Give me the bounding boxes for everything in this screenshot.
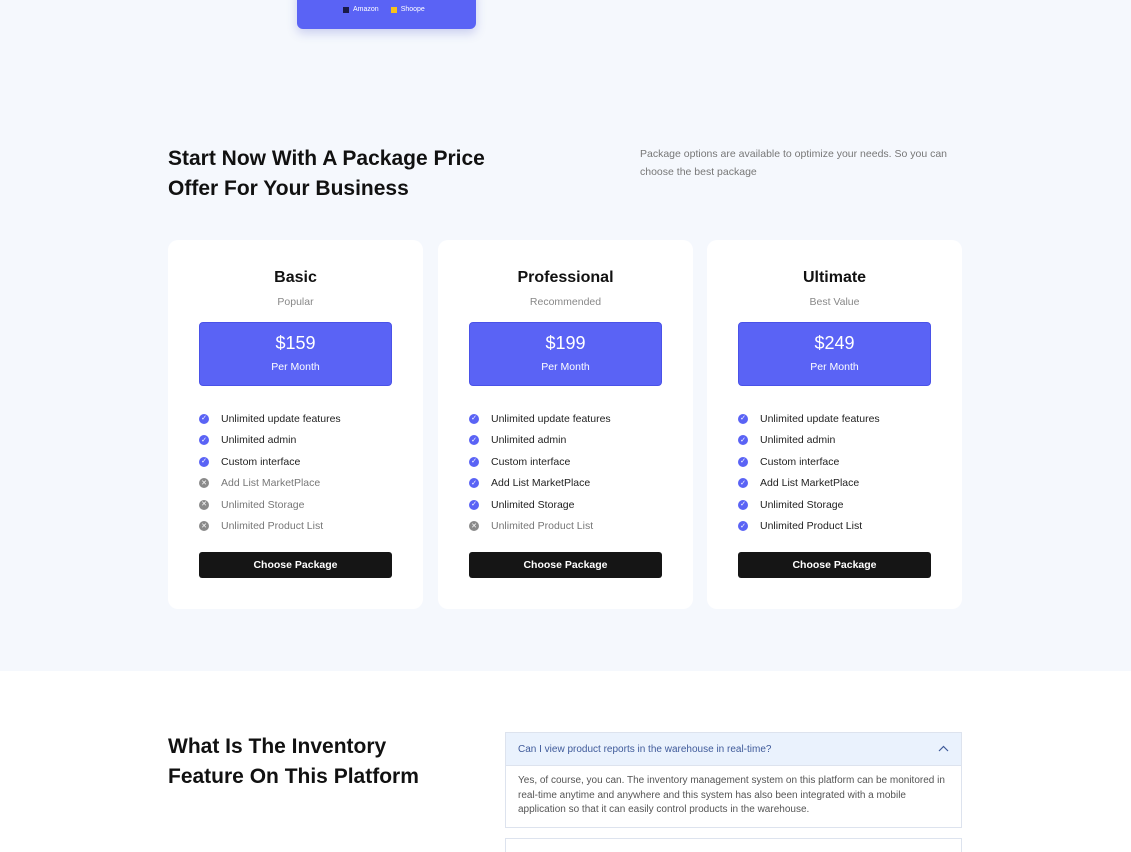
chart-legend: Amazon Shoope (343, 6, 425, 13)
plan-price: $249 (814, 333, 855, 353)
check-circle-icon: ✓ (199, 413, 209, 424)
feature-list: ✓ Unlimited update features ✓ Unlimited adm… (738, 408, 880, 537)
x-circle-icon: ✕ (469, 521, 479, 532)
feature-item: ✓ Add List MarketPlace (469, 473, 611, 495)
choose-package-button[interactable]: Choose Package (469, 552, 662, 578)
check-circle-icon: ✓ (199, 435, 209, 446)
faq-title: What Is The Inventory Feature On This Pl… (168, 735, 419, 788)
feature-item: ✓ Unlimited update features (469, 408, 611, 430)
check-circle-icon: ✓ (469, 435, 479, 446)
pricing-card-ultimate: Ultimate Best Value $249 Per Month ✓ Unli… (707, 240, 962, 609)
feature-item: ✓ Custom interface (738, 451, 880, 473)
x-circle-icon: ✕ (199, 521, 209, 532)
feature-label: Unlimited update features (221, 412, 341, 425)
feature-item: ✓ Unlimited Storage (738, 494, 880, 516)
faq-question: Can I view product reports in the wareho… (518, 743, 772, 755)
feature-item: ✕ Unlimited Storage (199, 494, 341, 516)
feature-item: ✓ Unlimited update features (738, 408, 880, 430)
legend-item-shoope: Shoope (390, 6, 425, 13)
feature-item: ✓ Unlimited Product List (738, 516, 880, 538)
legend-swatch-amazon (343, 6, 349, 13)
legend-label: Amazon (353, 6, 379, 13)
plan-tag: Popular (277, 296, 314, 308)
feature-label: Unlimited Storage (491, 498, 575, 511)
feature-label: Unlimited admin (760, 434, 836, 447)
feature-label: Unlimited Product List (491, 520, 594, 533)
feature-item: ✓ Custom interface (199, 451, 341, 473)
feature-label: Unlimited Storage (221, 498, 305, 511)
feature-item: ✓ Custom interface (469, 451, 611, 473)
feature-item: ✓ Unlimited update features (199, 408, 341, 430)
feature-item: ✓ Unlimited Storage (469, 494, 611, 516)
check-circle-icon: ✓ (469, 499, 479, 510)
x-circle-icon: ✕ (199, 478, 209, 489)
feature-label: Unlimited admin (491, 434, 567, 447)
plan-name: Ultimate (802, 269, 867, 286)
choose-package-button[interactable]: Choose Package (199, 552, 392, 578)
chevron-up-icon (938, 744, 949, 755)
plan-name: Basic (274, 269, 317, 286)
feature-label: Custom interface (760, 455, 840, 468)
pricing-card-basic: Basic Popular $159 Per Month ✓ Unlimited … (168, 240, 423, 609)
check-circle-icon: ✓ (738, 478, 748, 489)
feature-item: ✕ Add List MarketPlace (199, 473, 341, 495)
feature-item: ✓ Add List MarketPlace (738, 473, 880, 495)
feature-label: Unlimited update features (491, 412, 611, 425)
faq-item-next[interactable] (505, 838, 962, 852)
check-circle-icon: ✓ (199, 456, 209, 467)
choose-package-button[interactable]: Choose Package (738, 552, 931, 578)
feature-label: Add List MarketPlace (221, 477, 321, 490)
feature-label: Add List MarketPlace (491, 477, 591, 490)
feature-label: Unlimited Product List (221, 520, 324, 533)
legend-item-amazon: Amazon (343, 6, 379, 13)
legend-swatch-shoope (390, 6, 397, 13)
feature-label: Unlimited Storage (760, 498, 844, 511)
feature-list: ✓ Unlimited update features ✓ Unlimited adm… (469, 408, 611, 537)
plan-period: Per Month (271, 361, 320, 373)
feature-item: ✓ Unlimited admin (469, 430, 611, 452)
faq-answer: Yes, of course, you can. The inventory m… (518, 775, 945, 816)
check-circle-icon: ✓ (738, 521, 748, 532)
legend-label: Shoope (400, 6, 425, 13)
plan-price: $199 (545, 333, 586, 353)
price-box: $199 Per Month (469, 322, 662, 386)
check-circle-icon: ✓ (738, 499, 748, 510)
check-circle-icon: ✓ (469, 478, 479, 489)
check-circle-icon: ✓ (738, 435, 748, 446)
check-circle-icon: ✓ (469, 413, 479, 424)
feature-label: Unlimited update features (760, 412, 880, 425)
pricing-description: Package options are available to optimiz… (640, 148, 948, 178)
plan-period: Per Month (810, 361, 859, 373)
price-box: $249 Per Month (738, 322, 931, 386)
plan-period: Per Month (541, 361, 590, 373)
faq-item: Can I view product reports in the wareho… (505, 732, 962, 828)
feature-item: ✓ Unlimited admin (199, 430, 341, 452)
price-box: $159 Per Month (199, 322, 392, 386)
pricing-card-professional: Professional Recommended $199 Per Month … (438, 240, 693, 609)
x-circle-icon: ✕ (199, 499, 209, 510)
feature-label: Custom interface (221, 455, 301, 468)
feature-item: ✕ Unlimited Product List (469, 516, 611, 538)
feature-item: ✓ Unlimited admin (738, 430, 880, 452)
check-circle-icon: ✓ (469, 456, 479, 467)
feature-label: Custom interface (491, 455, 571, 468)
feature-item: ✕ Unlimited Product List (199, 516, 341, 538)
faq-question-toggle[interactable]: Can I view product reports in the wareho… (506, 733, 961, 766)
feature-label: Unlimited admin (221, 434, 297, 447)
check-circle-icon: ✓ (738, 413, 748, 424)
feature-label: Unlimited Product List (760, 520, 863, 533)
plan-name: Professional (517, 269, 614, 286)
plan-price: $159 (275, 333, 316, 353)
plan-tag: Recommended (529, 296, 602, 308)
feature-label: Add List MarketPlace (760, 477, 860, 490)
feature-list: ✓ Unlimited update features ✓ Unlimited adm… (199, 408, 341, 537)
pricing-title: Start Now With A Package Price Offer For… (168, 147, 485, 200)
plan-tag: Best Value (809, 296, 860, 308)
chart-card (297, 0, 476, 29)
check-circle-icon: ✓ (738, 456, 748, 467)
